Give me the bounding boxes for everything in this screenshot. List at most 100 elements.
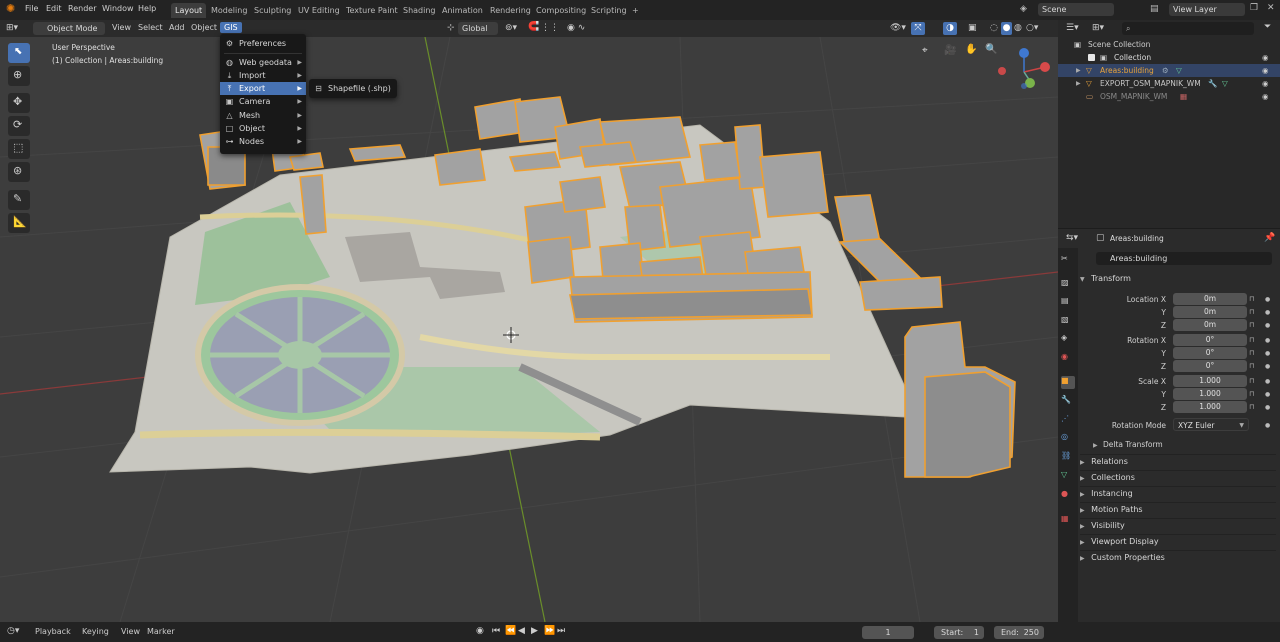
next-keyframe-icon[interactable]: ⏩ [544,626,555,636]
menu-help[interactable]: Help [138,4,156,13]
keyframe-icon[interactable]: ● [1265,401,1273,414]
menu-timeline-view[interactable]: View [121,627,140,636]
view-layer-tab-icon[interactable]: ▧ [1061,315,1075,328]
relations-panel-header[interactable]: ▶ Relations [1080,454,1276,469]
camera-icon[interactable]: 🎥 [944,45,956,56]
tab-scripting[interactable]: Scripting [587,3,631,18]
location-y-field[interactable]: 0m [1173,306,1247,318]
lock-icon[interactable]: ⊓ [1249,306,1259,319]
lock-icon[interactable]: ⊓ [1249,293,1259,306]
lock-icon[interactable]: ⊓ [1249,360,1259,373]
expand-arrow-icon[interactable]: ▶ [1076,64,1081,77]
outliner-search-input[interactable]: ⌕ [1122,22,1254,35]
lock-icon[interactable]: ⊓ [1249,401,1259,414]
xray-icon[interactable]: ▣ [968,23,977,33]
view-layer-icon[interactable]: ▤ [1150,4,1164,16]
keyframe-icon[interactable]: ● [1265,375,1273,388]
gis-menu-preferences[interactable]: ⚙ Preferences [220,37,306,50]
scene-selector[interactable]: Scene [1038,3,1114,16]
orientation-dropdown[interactable]: Global [458,22,498,35]
gis-menu-camera[interactable]: ▣ Camera ▶ [220,95,306,108]
add-workspace-button[interactable]: + [628,3,643,18]
rotation-mode-dropdown[interactable]: XYZ Euler ▼ [1173,418,1249,431]
lock-icon[interactable]: ⊓ [1249,319,1259,332]
tab-shading[interactable]: Shading [399,3,440,18]
tab-animation[interactable]: Animation [438,3,487,18]
lock-icon[interactable]: ⊓ [1249,347,1259,360]
menu-playback[interactable]: Playback [35,627,71,636]
jump-start-icon[interactable]: ⏮ [492,626,500,636]
transform-panel-header[interactable]: ▼ Transform [1080,272,1276,286]
object-name-field[interactable]: Areas:building [1096,252,1272,265]
annotate-tool[interactable]: ✎ [8,190,30,210]
location-z-field[interactable]: 0m [1173,319,1247,331]
menu-edit[interactable]: Edit [46,4,62,13]
keyframe-icon[interactable]: ● [1265,319,1273,332]
keyframe-icon[interactable]: ● [1265,419,1273,432]
object-mode-dropdown[interactable]: Object Mode [33,22,105,35]
material-tab-icon[interactable]: ● [1061,489,1075,502]
outliner-filter-icon[interactable]: ⏷ [1264,22,1271,32]
checkbox-icon[interactable] [1088,54,1095,61]
scene-tab-icon[interactable]: ◈ [1061,333,1075,346]
output-tab-icon[interactable]: ▤ [1061,296,1075,309]
menu-render[interactable]: Render [68,4,96,13]
eye-icon[interactable]: ◉ [1262,90,1269,103]
rotation-y-field[interactable]: 0° [1173,347,1247,359]
move-tool[interactable]: ✥ [8,93,30,113]
tab-compositing[interactable]: Compositing [532,3,590,18]
particles-tab-icon[interactable]: ⋰ [1061,414,1075,427]
jump-end-icon[interactable]: ⏭ [557,626,565,636]
gis-menu-import[interactable]: ⤓ Import ▶ [220,69,306,82]
outliner-editor-icon[interactable]: ☰▾ [1066,23,1079,33]
pin-icon[interactable]: 📌 [1264,233,1275,243]
world-tab-icon[interactable]: ◉ [1061,352,1075,365]
prev-keyframe-icon[interactable]: ⏪ [505,626,516,636]
shading-solid-icon[interactable]: ● [1001,22,1012,35]
shading-material-icon[interactable]: ◍ [1014,23,1022,33]
export-shapefile[interactable]: ⊟ Shapefile (.shp) [309,82,397,95]
menu-marker[interactable]: Marker [147,627,175,636]
measure-tool[interactable]: 📐 [8,213,30,233]
expand-arrow-icon[interactable]: ▶ [1076,77,1081,90]
rotate-tool[interactable]: ⟳ [8,116,30,136]
filter-icon[interactable]: ⊞▾ [1092,23,1104,33]
zoom-icon[interactable]: 🔍 [985,44,997,55]
transform-tool[interactable]: ⊛ [8,162,30,182]
outliner-row-areas-building[interactable]: ▶ ▽ Areas:building ⚙ ▽ ◉ [1058,64,1280,77]
menu-file[interactable]: File [25,4,38,13]
outliner-row-osm-mapnik[interactable]: ▭ OSM_MAPNIK_WM ▦ ◉ [1058,90,1280,103]
tab-modeling[interactable]: Modeling [207,3,251,18]
motion-paths-panel-header[interactable]: ▶ Motion Paths [1080,502,1276,517]
scale-x-field[interactable]: 1.000 [1173,375,1247,387]
snap-icon[interactable]: 🧲 [528,22,539,32]
outliner-row-collection[interactable]: ▣ Collection ◉ [1058,51,1280,64]
pan-hand-icon[interactable]: ✋ [965,44,977,55]
menu-add[interactable]: Add [169,23,185,32]
keyframe-icon[interactable]: ● [1265,360,1273,373]
scene-render[interactable] [0,37,1058,622]
object-tab-icon[interactable]: ■ [1061,376,1075,389]
lock-icon[interactable]: ⊓ [1249,334,1259,347]
start-frame-field[interactable]: Start: 1 [934,626,984,639]
gis-menu-mesh[interactable]: △ Mesh ▶ [220,109,306,122]
lock-icon[interactable]: ⊓ [1249,375,1259,388]
tab-uv-editing[interactable]: UV Editing [294,3,344,18]
record-icon[interactable]: ◉ [476,626,484,636]
menu-gis[interactable]: GIS [220,22,242,33]
gizmo-toggle-icon[interactable]: ⤧ [911,22,925,35]
keyframe-icon[interactable]: ● [1265,306,1273,319]
tab-layout[interactable]: Layout [171,3,207,18]
play-icon[interactable]: ▶ [531,626,538,636]
scale-z-field[interactable]: 1.000 [1173,401,1247,413]
menu-window[interactable]: Window [102,4,134,13]
cursor-tool[interactable]: ⊕ [8,66,30,86]
eye-icon[interactable]: ◉ [1262,51,1269,64]
eye-icon[interactable]: ◉ [1262,77,1269,90]
shading-wireframe-icon[interactable]: ◌ [990,23,998,33]
pivot-icon[interactable]: ⊚▾ [505,23,517,33]
scene-icon[interactable]: ◈ [1020,4,1034,16]
eye-icon[interactable]: ◉ [1262,64,1269,77]
gis-menu-export[interactable]: ⤒ Export ▶ [220,82,306,95]
tab-rendering[interactable]: Rendering [486,3,535,18]
